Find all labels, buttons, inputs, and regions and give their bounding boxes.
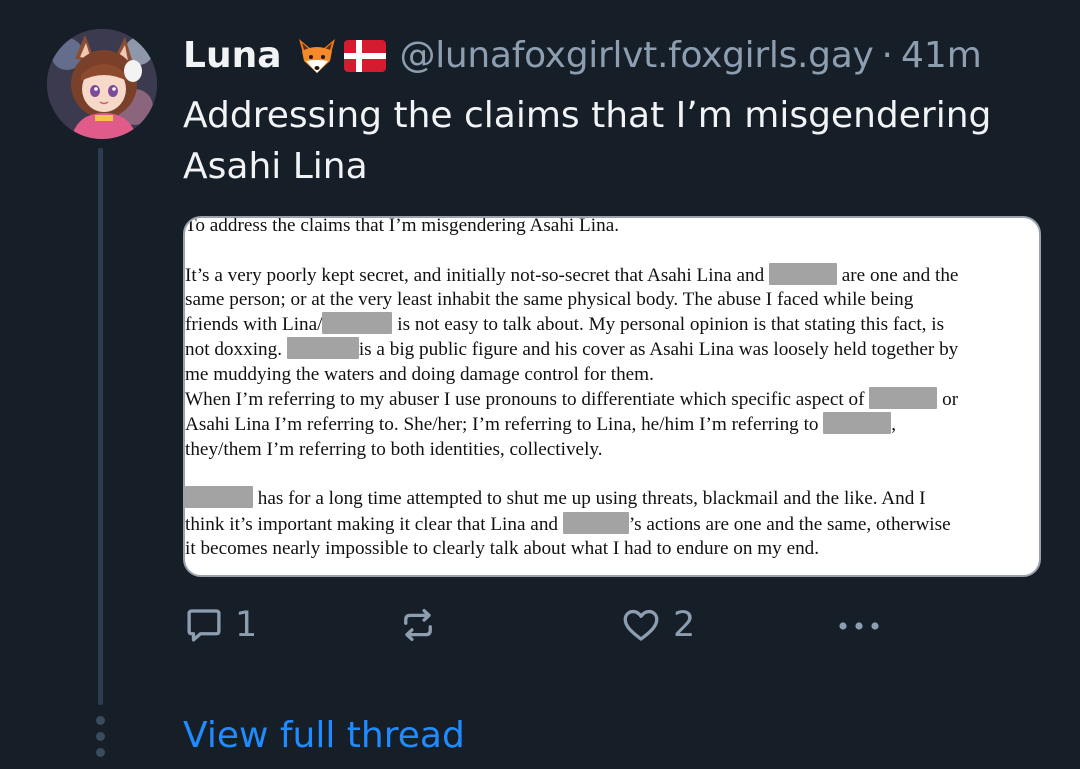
document-text: are one and the [836,264,959,286]
document-text: think it’s important making it clear tha… [185,513,563,535]
document-screenshot: To address the claims that I’m misgender… [185,216,1039,561]
ellipsis-icon [839,622,879,630]
document-text: they/them I’m referring to both identiti… [185,438,603,460]
document-text: Asahi Lina I’m referring to. She/her; I’… [185,414,824,436]
document-line: same person; or at the very least inhabi… [185,288,1039,312]
document-blank-line [185,462,1039,486]
redaction-box [869,387,938,410]
document-text: is a big public figure and his cover as … [358,339,959,361]
document-line: To address the claims that I’m misgender… [185,216,1039,238]
document-line: it becomes nearly impossible to clearly … [185,537,1039,561]
thread-continuation-dots [96,716,105,757]
thread-dot [96,732,105,741]
document-text: not doxxing. [185,339,287,361]
author-display-name[interactable]: Luna [183,34,282,78]
denmark-flag-icon [343,40,386,72]
reply-count: 1 [235,605,258,645]
document-line: has for a long time attempted to shut me… [185,486,1039,511]
document-text: friends with Lina/ [185,314,323,336]
document-text: it becomes nearly impossible to clearly … [185,537,820,559]
document-text: To address the claims that I’m misgender… [185,216,620,236]
view-full-thread-link[interactable]: View full thread [183,714,465,758]
heart-icon [623,609,659,641]
repost-icon [404,608,432,642]
document-line: they/them I’m referring to both identiti… [185,438,1039,462]
fox-emoji-icon [296,37,338,75]
document-text: or [937,389,959,411]
post-actions: 1 2 [183,604,903,650]
post-text: Addressing the claims that I’m misgender… [183,95,992,187]
avatar[interactable] [47,29,157,139]
document-line: me muddying the waters and doing damage … [185,363,1039,387]
separator-dot: · [881,35,893,76]
author-handle[interactable]: @lunafoxgirlvt.foxgirls.gay [400,34,874,78]
reply-button[interactable]: 1 [183,604,257,646]
post-timestamp[interactable]: 41m [901,34,982,78]
document-text: ’s actions are one and the same, otherwi… [628,513,951,535]
document-line: not doxxing. is a big public figure and … [185,337,1039,362]
like-button[interactable]: 2 [619,604,695,646]
document-line: Asahi Lina I’m referring to. She/her; I’… [185,412,1039,437]
document-line: friends with Lina/ is not easy to talk a… [185,312,1039,337]
like-count: 2 [673,605,696,645]
thread-line [98,148,103,705]
repost-button[interactable] [397,604,449,646]
document-text: same person; or at the very least inhabi… [185,288,914,310]
redaction-box [562,511,629,534]
reply-icon [187,609,221,642]
redaction-box [768,262,837,285]
post[interactable]: Luna @lunafoxgirlvt.foxgirls.gay · 41m A… [0,0,1080,769]
redaction-box [286,337,359,360]
post-header: Luna @lunafoxgirlvt.foxgirls.gay · 41m [183,34,982,78]
redaction-box [185,486,253,509]
thread-dot [96,716,105,725]
document-text: me muddying the waters and doing damage … [185,363,654,385]
redaction-box [823,412,892,435]
thread-dot [96,748,105,757]
document-line: It’s a very poorly kept secret, and init… [185,262,1039,288]
document-line: think it’s important making it clear tha… [185,511,1039,537]
post-image[interactable]: To address the claims that I’m misgender… [183,216,1041,577]
redaction-box [322,312,393,335]
document-text: It’s a very poorly kept secret, and init… [185,264,769,286]
document-text: , [891,414,897,436]
document-text: When I’m referring to my abuser I use pr… [185,389,870,411]
document-line: When I’m referring to my abuser I use pr… [185,387,1039,412]
avatar-illustration [47,29,157,139]
more-options-button[interactable] [835,610,883,642]
document-blank-line [185,238,1039,262]
document-text: is not easy to talk about. My personal o… [392,314,945,336]
document-text: has for a long time attempted to shut me… [253,488,926,510]
